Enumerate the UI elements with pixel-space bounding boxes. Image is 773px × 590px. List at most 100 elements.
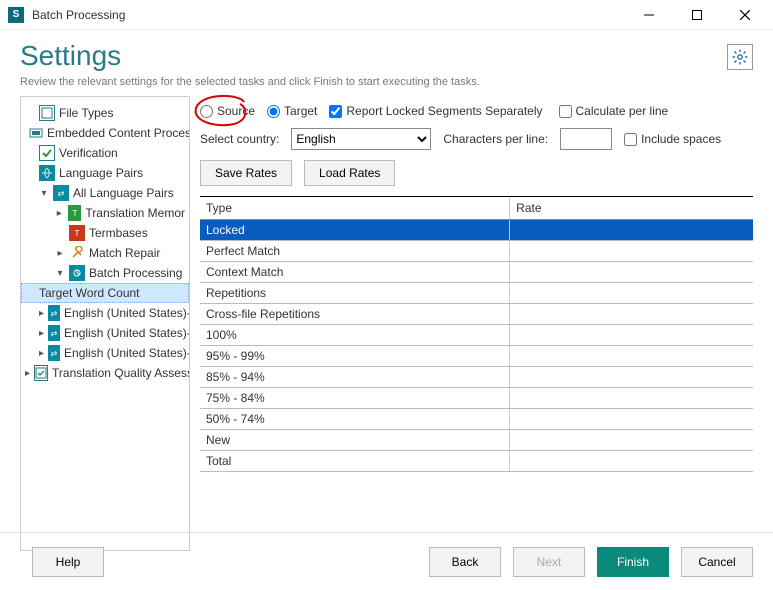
cell-rate[interactable] [510, 346, 753, 367]
cancel-button[interactable]: Cancel [681, 547, 753, 577]
tree-item[interactable]: ▾⇄All Language Pairs [21, 183, 189, 203]
tree-item[interactable]: ▸ ⇄ English (United States)- [21, 343, 189, 363]
tree-item-label: Translation Quality Assess [52, 366, 190, 380]
table-row[interactable]: Context Match [200, 262, 753, 283]
settings-gear-button[interactable] [727, 44, 753, 70]
pairs-icon: ⇄ [48, 305, 60, 321]
include-spaces-group: Include spaces [624, 132, 721, 146]
gear-icon [732, 49, 748, 65]
minimize-button[interactable] [629, 3, 669, 27]
tree-expander-icon[interactable]: ▸ [39, 348, 44, 359]
tree-item-label: English (United States)- [64, 346, 190, 360]
table-row[interactable]: 85% - 94% [200, 367, 753, 388]
tree-expander-icon[interactable]: ▸ [55, 248, 65, 259]
cell-rate[interactable] [510, 409, 753, 430]
svg-text:⇄: ⇄ [51, 329, 58, 338]
table-row[interactable]: Cross-file Repetitions [200, 304, 753, 325]
cell-type: 85% - 94% [200, 367, 510, 388]
svg-text:T: T [72, 209, 77, 218]
lang-icon [39, 165, 55, 181]
calc-per-line-checkbox[interactable] [559, 105, 572, 118]
tree-item[interactable]: Embedded Content Proces [21, 123, 189, 143]
tree-expander-icon[interactable]: ▸ [25, 368, 30, 379]
target-radio[interactable] [267, 105, 280, 118]
report-locked-checkbox[interactable] [329, 105, 342, 118]
tree-item[interactable]: ▸ Match Repair [21, 243, 189, 263]
cell-rate[interactable] [510, 388, 753, 409]
col-type[interactable]: Type [200, 197, 510, 220]
target-radio-label: Target [284, 104, 317, 118]
source-radio-label: Source [217, 104, 255, 118]
cell-type: Repetitions [200, 283, 510, 304]
report-locked-group: Report Locked Segments Separately [329, 104, 542, 118]
cell-rate[interactable] [510, 325, 753, 346]
country-select[interactable]: English [291, 128, 431, 150]
wizard-footer: Help Back Next Finish Cancel [0, 532, 773, 590]
cell-type: 95% - 99% [200, 346, 510, 367]
svg-text:⇄: ⇄ [58, 189, 65, 198]
table-row[interactable]: New [200, 430, 753, 451]
tree-item[interactable]: Verification [21, 143, 189, 163]
verif-icon [39, 145, 55, 161]
target-radio-group: Target [267, 104, 317, 118]
cell-rate[interactable] [510, 262, 753, 283]
tree-expander-icon[interactable]: ▾ [39, 188, 49, 199]
finish-button[interactable]: Finish [597, 547, 669, 577]
tree-item[interactable]: Language Pairs [21, 163, 189, 183]
tree-item[interactable]: File Types [21, 103, 189, 123]
qa-icon [34, 365, 48, 381]
tree-expander-icon[interactable]: ▸ [55, 208, 64, 219]
cell-type: Total [200, 451, 510, 472]
table-row[interactable]: 100% [200, 325, 753, 346]
cell-rate[interactable] [510, 241, 753, 262]
pairs-icon: ⇄ [48, 345, 60, 361]
svg-text:T: T [75, 229, 80, 238]
tree-item[interactable]: ▸TTranslation Memor [21, 203, 189, 223]
cell-rate[interactable] [510, 451, 753, 472]
tree-item[interactable]: ▸ Translation Quality Assess [21, 363, 189, 383]
source-radio[interactable] [200, 105, 213, 118]
chars-per-line-input[interactable] [560, 128, 612, 150]
tree-expander-icon[interactable]: ▸ [39, 328, 44, 339]
calc-per-line-group: Calculate per line [559, 104, 669, 118]
tree-item[interactable]: ▸ ⇄ English (United States)- [21, 303, 189, 323]
include-spaces-checkbox[interactable] [624, 133, 637, 146]
source-radio-group: Source [200, 104, 255, 118]
tree-expander-icon[interactable]: ▸ [39, 308, 44, 319]
include-spaces-label: Include spaces [641, 132, 721, 146]
back-button[interactable]: Back [429, 547, 501, 577]
table-row[interactable]: Repetitions [200, 283, 753, 304]
batch-icon [69, 265, 85, 281]
tree-item-label: English (United States)- [64, 306, 190, 320]
tree-item[interactable]: TTermbases [21, 223, 189, 243]
tree-item[interactable]: ▸⇄English (United States)- [21, 323, 189, 343]
cell-rate[interactable] [510, 430, 753, 451]
table-row[interactable]: Total [200, 451, 753, 472]
table-row[interactable]: Perfect Match [200, 241, 753, 262]
cell-rate[interactable] [510, 283, 753, 304]
col-rate[interactable]: Rate [510, 197, 753, 220]
cell-rate[interactable] [510, 304, 753, 325]
next-button[interactable]: Next [513, 547, 585, 577]
calc-per-line-label: Calculate per line [576, 104, 669, 118]
close-button[interactable] [725, 3, 765, 27]
maximize-button[interactable] [677, 3, 717, 27]
tree-item[interactable]: ▾Batch Processing [21, 263, 189, 283]
load-rates-button[interactable]: Load Rates [304, 160, 395, 186]
table-row[interactable]: 95% - 99% [200, 346, 753, 367]
table-row[interactable]: Locked [200, 220, 753, 241]
pairs-icon: ⇄ [48, 325, 60, 341]
tree-item-label: Match Repair [89, 246, 160, 260]
save-rates-button[interactable]: Save Rates [200, 160, 292, 186]
cell-type: New [200, 430, 510, 451]
cell-rate[interactable] [510, 367, 753, 388]
help-button[interactable]: Help [32, 547, 104, 577]
cell-rate[interactable] [510, 220, 753, 241]
file-icon [39, 105, 55, 121]
options-row-1: Source Target Report Locked Segments Sep… [200, 104, 753, 118]
tree-expander-icon[interactable]: ▾ [55, 268, 65, 279]
wrench-icon [69, 245, 85, 261]
table-row[interactable]: 75% - 84% [200, 388, 753, 409]
table-row[interactable]: 50% - 74% [200, 409, 753, 430]
tree-item[interactable]: Target Word Count [21, 283, 189, 303]
